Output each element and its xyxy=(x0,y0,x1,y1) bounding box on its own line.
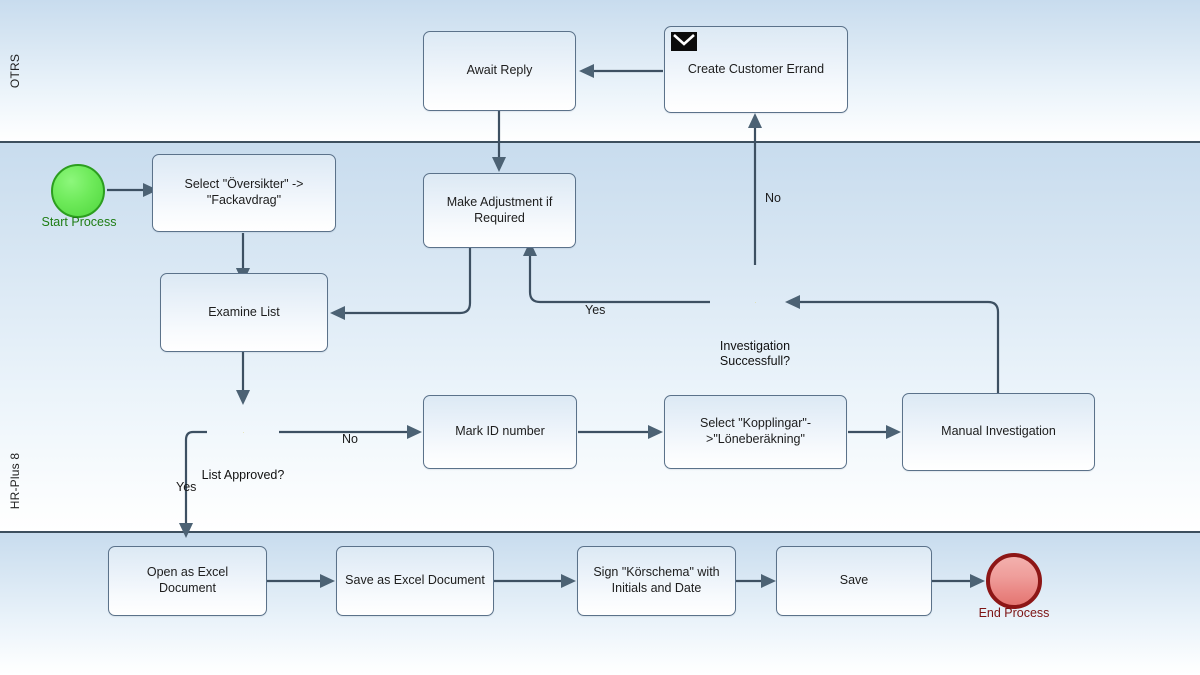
task-await-reply-label: Await Reply xyxy=(466,63,533,78)
task-await-reply[interactable]: Await Reply xyxy=(423,31,576,111)
task-select-kopplingar-label: Select "Kopplingar"- >"Löneberäkning" xyxy=(700,416,811,447)
task-make-adjustment-line2: Required xyxy=(474,210,525,225)
task-sign-korschema-line1: Sign "Körschema" with xyxy=(593,565,720,580)
task-mark-id-number-label: Mark ID number xyxy=(455,424,545,439)
start-event-label: Start Process xyxy=(41,215,117,229)
task-mark-id-number[interactable]: Mark ID number xyxy=(423,395,577,469)
start-event[interactable] xyxy=(51,164,105,218)
gateway-investigation-label-line1: Investigation xyxy=(719,339,791,353)
task-save[interactable]: Save xyxy=(776,546,932,616)
task-open-as-excel-document[interactable]: Open as Excel Document xyxy=(108,546,267,616)
bpmn-diagram-canvas: OTRS HR-Plus 8 Excel xyxy=(0,0,1200,675)
lane-hrplus-label-text: HR-Plus 8 xyxy=(8,452,23,509)
task-open-as-excel-document-label: Open as Excel Document xyxy=(146,565,229,595)
end-event-label: End Process xyxy=(978,606,1050,620)
lane-otrs: OTRS xyxy=(0,0,1200,142)
task-select-kopplingar-line1: Select "Kopplingar"- xyxy=(699,416,812,431)
flow-label-investigation-no: No xyxy=(765,191,781,205)
lane-otrs-background xyxy=(0,0,1200,142)
gateway-list-approved-label: List Approved? xyxy=(201,468,285,482)
task-examine-list-label: Examine List xyxy=(208,304,280,319)
task-select-kopplingar[interactable]: Select "Kopplingar"- >"Löneberäkning" xyxy=(664,395,847,469)
task-select-oversikter-line1: Select "Översikter" -> xyxy=(184,177,304,192)
task-sign-korschema[interactable]: Sign "Körschema" with Initials and Date xyxy=(577,546,736,616)
task-manual-investigation[interactable]: Manual Investigation xyxy=(902,393,1095,471)
envelope-icon xyxy=(671,32,697,51)
lane-otrs-label-text: OTRS xyxy=(8,53,23,89)
task-select-kopplingar-line2: >"Löneberäkning" xyxy=(706,432,805,446)
gateway-investigation-label-line2: Successfull? xyxy=(719,354,791,368)
task-make-adjustment[interactable]: Make Adjustment if Required xyxy=(423,173,576,248)
task-sign-korschema-line2: Initials and Date xyxy=(611,581,702,595)
end-event[interactable] xyxy=(986,553,1042,609)
task-select-oversikter[interactable]: Select "Översikter" -> "Fackavdrag" xyxy=(152,154,336,232)
task-select-oversikter-line2: "Fackavdrag" xyxy=(206,193,282,207)
task-examine-list[interactable]: Examine List xyxy=(160,273,328,352)
gateway-investigation-label: Investigation Successfull? xyxy=(685,339,825,369)
task-sign-korschema-label: Sign "Körschema" with Initials and Date xyxy=(593,565,719,596)
flow-label-list-approved-no: No xyxy=(342,432,358,446)
flow-label-investigation-yes: Yes xyxy=(585,303,606,317)
task-save-label: Save xyxy=(839,573,869,588)
task-make-adjustment-line1: Make Adjustment if xyxy=(446,194,553,209)
lane-otrs-label: OTRS xyxy=(0,0,30,142)
task-select-oversikter-label: Select "Översikter" -> "Fackavdrag" xyxy=(185,177,304,208)
task-create-customer-errand-label: Create Customer Errand xyxy=(687,61,825,76)
task-make-adjustment-label: Make Adjustment if Required xyxy=(447,195,553,226)
task-manual-investigation-label: Manual Investigation xyxy=(941,424,1056,439)
task-save-as-excel-document-label: Save as Excel Document xyxy=(345,573,485,588)
task-save-as-excel-document[interactable]: Save as Excel Document xyxy=(336,546,494,616)
